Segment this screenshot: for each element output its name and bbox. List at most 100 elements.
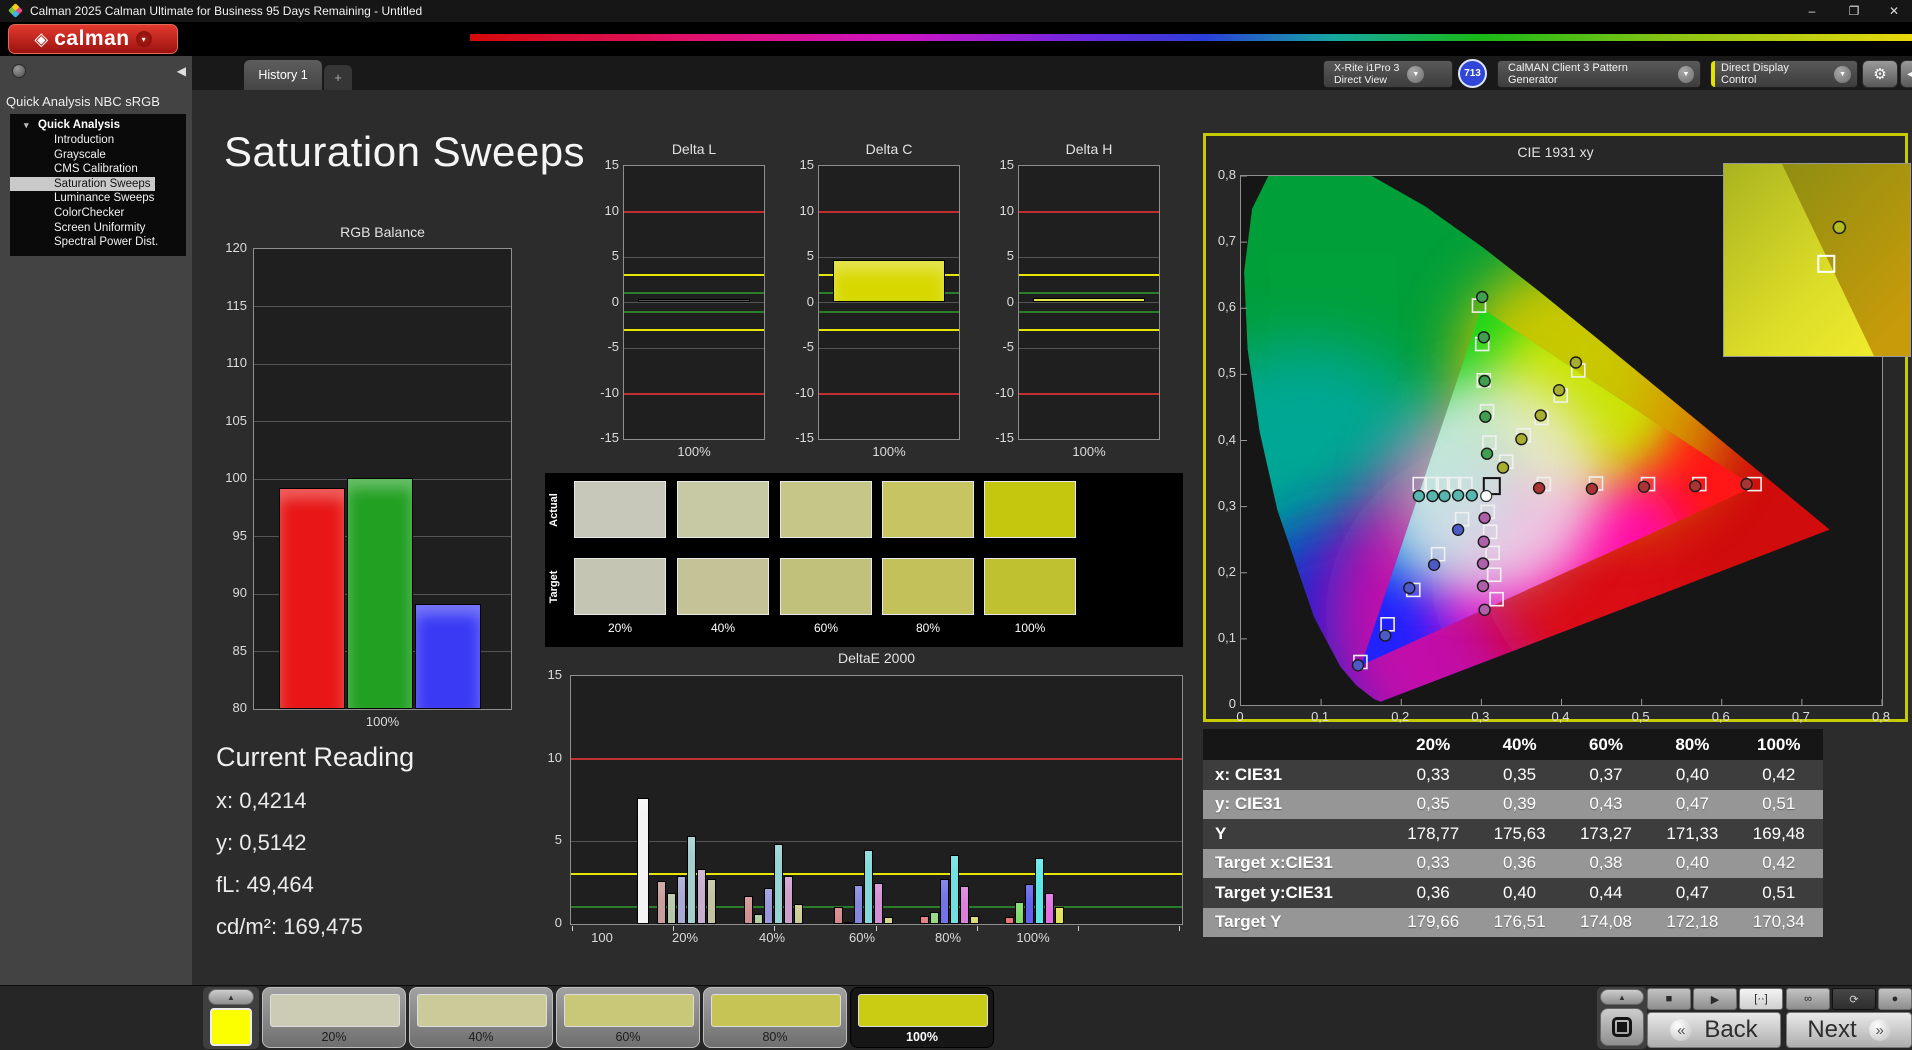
chevron-up-icon: ▲ [1618, 992, 1626, 1002]
measured-point-green [1475, 290, 1489, 304]
tab-history-1[interactable]: History 1 [244, 60, 322, 90]
measured-point-cyan [1438, 489, 1451, 503]
meter-label: X-Rite i1Pro 3 Direct View [1334, 62, 1400, 86]
deltae-bar-100%-3 [1034, 857, 1044, 924]
workflow-title: Quick Analysis NBC sRGB [6, 94, 160, 109]
cie-y-tick-label: 0,1 [1217, 629, 1236, 645]
pattern-generator-button[interactable]: CalMAN Client 3 Pattern Generator ▼ [1497, 60, 1701, 88]
y-tick-label: 85 [232, 642, 247, 658]
gridline [1019, 347, 1159, 349]
swatch-col-label: 100% [1014, 621, 1046, 635]
bottom-bar: ▲ ▲ ■ ▶ [··] ∞ ⟳ ● « Back Next » 20% 40% 6… [0, 985, 1912, 1050]
play-button[interactable]: ▶ [1693, 988, 1737, 1010]
transport-up-button[interactable]: ▲ [1600, 989, 1644, 1005]
meter-select-button[interactable]: X-Rite i1Pro 3 Direct View ▼ [1323, 60, 1453, 88]
actual-swatch-60% [780, 481, 872, 538]
display-dropdown-icon[interactable]: ▼ [1834, 65, 1851, 83]
sidebar-item-screen-uniformity[interactable]: Screen Uniformity [10, 221, 186, 236]
next-label: Next [1807, 1016, 1857, 1043]
bar-blue [415, 604, 481, 709]
workflow-dot-button[interactable] [12, 64, 26, 78]
cie-x-tick-label: 0,6 [1711, 709, 1730, 724]
target-swatch-40% [677, 558, 769, 615]
reference-line [571, 757, 1182, 760]
meter-dropdown-icon[interactable]: ▼ [1407, 65, 1425, 83]
cie-title: CIE 1931 xy [1517, 144, 1594, 160]
table-cell: 0,51 [1762, 882, 1796, 902]
marker-mode-button[interactable]: [··] [1739, 988, 1783, 1010]
table-cell: 169,48 [1752, 823, 1805, 843]
table-cell: 171,33 [1666, 823, 1719, 843]
table-cell: 176,51 [1493, 912, 1546, 932]
table-cell: 0,44 [1589, 882, 1623, 902]
loop-button[interactable]: ∞ [1786, 988, 1830, 1010]
sidebar-item-saturation-sweeps[interactable]: Saturation Sweeps [10, 176, 155, 192]
stop-button[interactable]: ■ [1647, 988, 1691, 1010]
deltae-bar-40%-1 [753, 914, 763, 924]
logo-dropdown-icon[interactable]: ▾ [135, 31, 152, 47]
y-tick-label: 110 [226, 355, 247, 370]
close-button[interactable]: ✕ [1874, 0, 1912, 22]
sidebar-item-grayscale[interactable]: Grayscale [10, 148, 186, 163]
maximize-button[interactable]: ❐ [1834, 0, 1874, 22]
back-button[interactable]: « Back [1647, 1012, 1781, 1048]
sidebar-item-spectral-power-dist-[interactable]: Spectral Power Dist. [10, 235, 186, 250]
record-button[interactable]: ● [1878, 988, 1912, 1010]
measured-point-green [1478, 374, 1491, 388]
sync-button[interactable]: ⟳ [1832, 988, 1876, 1010]
actual-swatch-80% [882, 481, 974, 538]
deltae-bar-20%-0 [656, 881, 666, 924]
settings-button[interactable]: ⚙ [1862, 60, 1898, 88]
sidebar-item-cms-calibration[interactable]: CMS Calibration [10, 162, 186, 177]
table-cell: 0,40 [1675, 853, 1709, 873]
display-control-button[interactable]: Direct Display Control ▼ [1710, 60, 1858, 88]
swatch-row-label-actual: Actual [548, 492, 560, 527]
pattern-swatch-button-80%[interactable]: 80% [703, 987, 847, 1048]
window-title: Calman 2025 Calman Ultimate for Business… [30, 4, 423, 18]
tree-root[interactable]: ▾ Quick Analysis [10, 118, 186, 133]
deltae-bar-100%-1 [1014, 901, 1024, 924]
next-button[interactable]: Next » [1786, 1012, 1912, 1048]
panel-collapse-button[interactable]: ◀ [1900, 60, 1912, 88]
y-tick-label: 0 [554, 915, 562, 930]
y-tick-label: -10 [995, 384, 1014, 400]
measured-point-blue [1351, 659, 1365, 672]
delta-l-title: Delta L [671, 141, 717, 157]
reference-line [624, 292, 764, 295]
pattern-swatch-button-60%[interactable]: 60% [556, 987, 700, 1048]
pattern-swatch-label: 40% [468, 1030, 494, 1044]
meter-count-badge[interactable]: 713 [1458, 59, 1487, 88]
pattern-dropdown-icon[interactable]: ▼ [1678, 65, 1694, 83]
y-tick-label: 5 [611, 248, 619, 263]
gridline [624, 347, 764, 349]
measured-point-red [1532, 481, 1546, 495]
sidebar-collapse-icon[interactable]: ◀ [177, 64, 186, 78]
calman-menu-button[interactable]: ◈ calman ▾ [8, 24, 178, 54]
sidebar-item-introduction[interactable]: Introduction [10, 133, 186, 148]
actual-swatch-100% [984, 481, 1076, 538]
pattern-swatch-label: 80% [762, 1030, 788, 1044]
tree-expander-icon[interactable]: ▾ [24, 118, 29, 133]
y-tick-label: 10 [604, 202, 619, 218]
sidebar-item-luminance-sweeps[interactable]: Luminance Sweeps [10, 191, 186, 206]
table-cell: 172,18 [1666, 912, 1719, 932]
deltae-bar-80%-5 [969, 915, 979, 924]
measured-point-yellow [1534, 409, 1547, 422]
table-cell: 178,77 [1407, 823, 1460, 843]
patch-panel-up-button[interactable]: ▲ [208, 989, 254, 1005]
stop-pattern-button[interactable] [1600, 1008, 1644, 1046]
current-patch-swatch [210, 1008, 252, 1046]
add-tab-button[interactable]: + [324, 65, 352, 90]
axis-tick [875, 926, 877, 931]
pattern-swatch-button-100%[interactable]: 100% [850, 987, 994, 1048]
sidebar-item-colorchecker[interactable]: ColorChecker [10, 206, 186, 221]
minimize-button[interactable]: – [1792, 0, 1832, 22]
chevron-right-icon: » [1868, 1019, 1891, 1041]
pattern-swatch-button-40%[interactable]: 40% [409, 987, 553, 1048]
y-tick-label: 15 [999, 157, 1014, 172]
sidebar-header: ◀ [0, 56, 192, 90]
measured-point-green [1477, 331, 1491, 344]
pattern-swatch-button-20%[interactable]: 20% [262, 987, 406, 1048]
delta-h-x-label: 100% [1072, 444, 1106, 459]
reference-line [819, 310, 959, 313]
